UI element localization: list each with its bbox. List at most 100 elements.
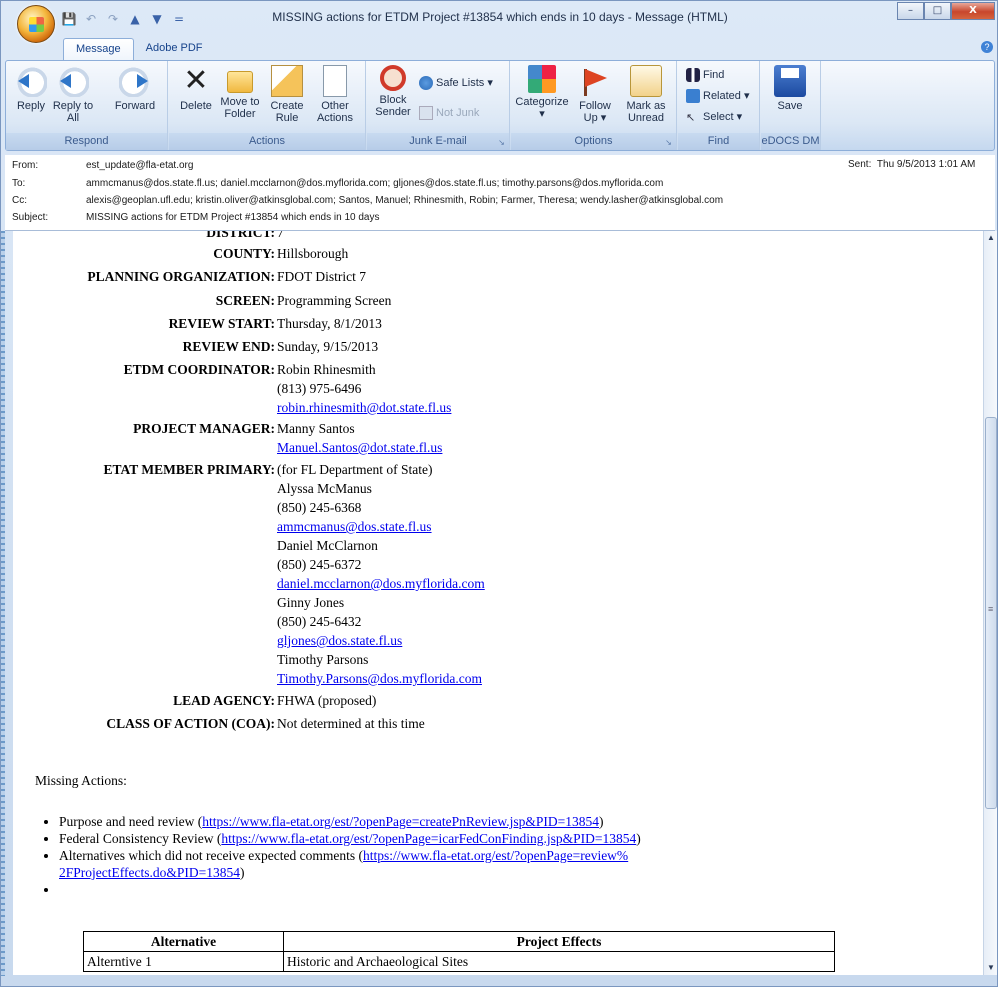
from-value[interactable]: est_update@fla-etat.org: [86, 158, 193, 173]
missing-action-link-continued[interactable]: 2FProjectEffects.do&PID=13854: [59, 865, 240, 880]
scroll-up-arrow-icon[interactable]: ▲: [986, 233, 996, 243]
coordinator-email-link[interactable]: robin.rhinesmith@dot.state.fl.us: [277, 400, 451, 416]
options-group: Categorize ▾ Follow Up ▾ Mark as Unread O…: [511, 61, 677, 150]
list-item: Alternatives which did not receive expec…: [59, 847, 839, 881]
subject-label: Subject:: [12, 212, 49, 223]
edocs-group-label: eDOCS DM: [761, 133, 820, 150]
find-button[interactable]: Find: [686, 67, 724, 83]
reply-all-button[interactable]: Reply to All: [52, 65, 94, 124]
vertical-scrollbar[interactable]: ▲ ▼: [983, 231, 997, 975]
coordinator-phone: (813) 975-6496: [277, 381, 362, 396]
forward-button[interactable]: Forward: [110, 65, 160, 112]
save-icon: [774, 65, 806, 97]
window-edge-decoration: [1, 231, 5, 976]
table-cell-project-effects: Historic and Archaeological Sites: [283, 951, 835, 972]
forward-label: Forward: [114, 100, 156, 112]
field-value-review-start: Thursday, 8/1/2013: [277, 316, 382, 331]
scrollbar-thumb[interactable]: [985, 417, 997, 809]
junk-group-label: Junk E-mail ↘: [367, 133, 509, 150]
coordinator-name: Robin Rhinesmith: [277, 362, 376, 377]
help-icon[interactable]: ?: [981, 41, 993, 53]
not-junk-button[interactable]: Not Junk: [419, 105, 479, 121]
field-label-county: COUNTY:: [213, 246, 275, 261]
field-value-county: Hillsborough: [277, 246, 349, 261]
delete-button[interactable]: ✕ Delete: [175, 65, 217, 113]
field-label-planning-org: PLANNING ORGANIZATION:: [87, 269, 275, 284]
member-name: Daniel McClarnon: [277, 538, 378, 553]
field-value-planning-org: FDOT District 7: [277, 269, 367, 284]
sent-row: Sent: Thu 9/5/2013 1:01 AM: [848, 159, 975, 170]
select-button[interactable]: ↖ Select ▾: [686, 109, 742, 125]
to-value[interactable]: ammcmanus@dos.state.fl.us; daniel.mcclar…: [86, 176, 663, 191]
field-label-review-start: REVIEW START:: [168, 316, 275, 331]
member-email-link[interactable]: ammcmanus@dos.state.fl.us: [277, 519, 432, 535]
field-value-lead-agency: FHWA (proposed): [277, 693, 377, 708]
sent-value: Thu 9/5/2013 1:01 AM: [876, 159, 976, 170]
member-email-link[interactable]: gljones@dos.state.fl.us: [277, 633, 402, 649]
missing-action-link[interactable]: https://www.fla-etat.org/est/?openPage=c…: [202, 814, 599, 829]
scroll-down-arrow-icon[interactable]: ▼: [986, 963, 996, 973]
missing-action-link[interactable]: https://www.fla-etat.org/est/?openPage=r…: [363, 848, 628, 863]
missing-actions-heading: Missing Actions:: [35, 773, 127, 788]
missing-action-tail: ): [239, 865, 245, 880]
project-manager-name: Manny Santos: [277, 421, 355, 436]
not-junk-icon: [419, 106, 433, 121]
create-rule-label: Create Rule: [270, 100, 304, 124]
forward-icon: [119, 65, 151, 97]
reply-button[interactable]: Reply: [10, 65, 52, 112]
missing-action-tail: ): [636, 831, 641, 846]
message-body: DISTRICT: 7 COUNTY: Hillsborough PLANNIN…: [13, 231, 983, 975]
other-actions-icon: [323, 65, 347, 97]
move-to-folder-label: Move to Folder: [220, 96, 260, 120]
tab-adobe-pdf[interactable]: Adobe PDF: [134, 38, 215, 61]
related-label: Related: [703, 90, 741, 102]
follow-up-button[interactable]: Follow Up ▾: [573, 65, 617, 124]
table-cell-alternative: Alterntive 1: [83, 951, 284, 972]
cursor-icon: ↖: [686, 112, 696, 125]
move-to-folder-button[interactable]: Move to Folder: [217, 65, 263, 120]
respond-group-label: Respond: [6, 133, 167, 150]
edocs-group: Save eDOCS DM: [761, 61, 821, 150]
list-item-empty: [59, 881, 839, 898]
member-name: Ginny Jones: [277, 595, 345, 610]
field-label-etat-member: ETAT MEMBER PRIMARY:: [103, 462, 275, 477]
member-phone: (850) 245-6372: [277, 557, 362, 572]
actions-group: ✕ Delete Move to Folder Create Rule Other…: [169, 61, 366, 150]
dialog-launcher-icon[interactable]: ↘: [664, 138, 673, 147]
to-label: To:: [12, 178, 26, 189]
tab-message[interactable]: Message: [63, 38, 134, 62]
block-sender-label: Block Sender: [375, 94, 411, 118]
block-sender-button[interactable]: Block Sender: [371, 65, 415, 118]
member-email-link[interactable]: Timothy.Parsons@dos.myflorida.com: [277, 671, 482, 687]
related-button[interactable]: Related ▾: [686, 88, 750, 104]
minimize-button[interactable]: –: [897, 2, 924, 20]
table-header-project-effects: Project Effects: [283, 931, 835, 952]
other-actions-button[interactable]: Other Actions: [311, 65, 359, 124]
create-rule-button[interactable]: Create Rule: [267, 65, 307, 124]
categorize-button[interactable]: Categorize ▾: [513, 65, 571, 120]
related-icon: [686, 89, 700, 104]
ribbon-tabs: Message Adobe PDF: [63, 38, 215, 62]
maximize-button[interactable]: □: [924, 2, 951, 20]
find-group: Find Related ▾ ↖ Select ▾ Find: [678, 61, 760, 150]
missing-action-text: Purpose and need review (: [59, 814, 203, 829]
field-value-district: 7: [277, 231, 284, 240]
junk-email-group: Block Sender Safe Lists ▾ Not Junk Junk …: [367, 61, 510, 150]
cc-value[interactable]: alexis@geoplan.ufl.edu; kristin.oliver@a…: [86, 193, 723, 208]
member-email-link[interactable]: daniel.mcclarnon@dos.myflorida.com: [277, 576, 485, 592]
missing-action-link[interactable]: https://www.fla-etat.org/est/?openPage=i…: [221, 831, 636, 846]
project-manager-email-link[interactable]: Manuel.Santos@dot.state.fl.us: [277, 440, 442, 456]
envelope-icon: [630, 65, 662, 97]
close-button[interactable]: X: [951, 2, 995, 20]
edocs-save-button[interactable]: Save: [769, 65, 811, 112]
dialog-launcher-icon[interactable]: ↘: [497, 138, 506, 147]
safe-lists-button[interactable]: Safe Lists ▾: [419, 75, 493, 91]
etat-agency: (for FL Department of State): [277, 462, 433, 477]
ribbon: Reply Reply to All Forward Respond ✕ Dele…: [5, 60, 995, 151]
folder-icon: [227, 71, 253, 93]
field-label-screen: SCREEN:: [215, 293, 275, 308]
field-label-project-manager: PROJECT MANAGER:: [133, 421, 275, 436]
mark-as-unread-button[interactable]: Mark as Unread: [621, 65, 671, 124]
field-label-district: DISTRICT:: [206, 231, 275, 240]
safe-lists-label: Safe Lists: [436, 77, 485, 89]
